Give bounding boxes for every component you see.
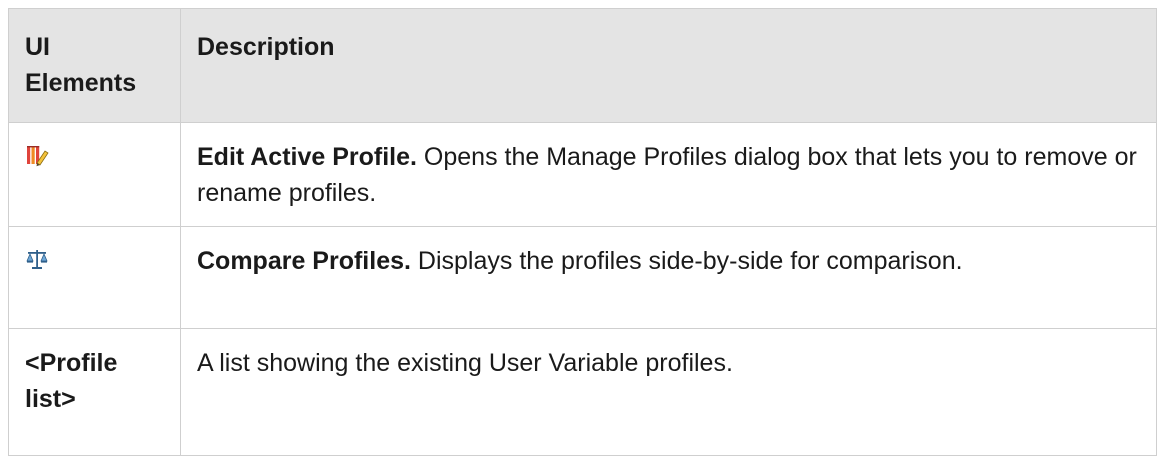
element-title: Compare Profiles.	[197, 247, 411, 275]
table-row: Edit Active Profile. Opens the Manage Pr…	[8, 122, 1157, 227]
ui-element-cell	[8, 122, 181, 227]
header-ui-elements: UI Elements	[8, 8, 181, 123]
element-description: Displays the profiles side-by-side for c…	[410, 247, 963, 275]
ui-elements-table: UI Elements Description Edit Active Prof	[8, 8, 1157, 456]
ui-element-label: <Profile list>	[8, 328, 181, 456]
element-title: Edit Active Profile.	[197, 143, 417, 171]
table-row: Compare Profiles. Displays the profiles …	[8, 226, 1157, 329]
compare-profiles-icon	[25, 247, 49, 271]
header-description: Description	[180, 8, 1157, 123]
ui-element-cell	[8, 226, 181, 329]
description-cell: Edit Active Profile. Opens the Manage Pr…	[180, 122, 1157, 227]
table-header-row: UI Elements Description	[8, 8, 1157, 123]
table-row: <Profile list> A list showing the existi…	[8, 328, 1157, 456]
description-cell: Compare Profiles. Displays the profiles …	[180, 226, 1157, 329]
edit-profile-icon	[25, 143, 49, 167]
element-description: A list showing the existing User Variabl…	[180, 328, 1157, 456]
